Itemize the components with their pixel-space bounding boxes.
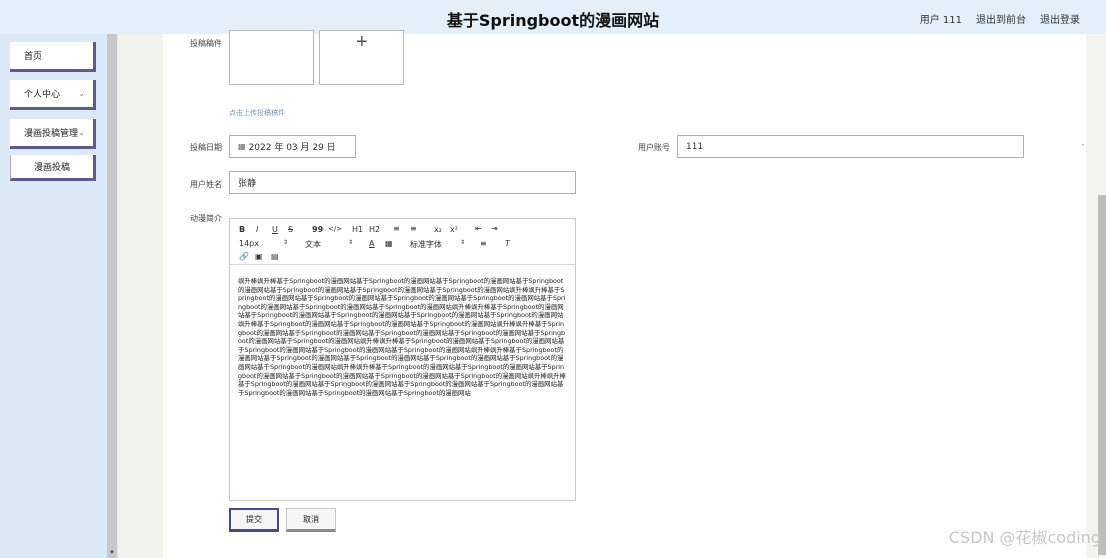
sidebar-item-label: 漫画投稿管理 xyxy=(24,129,79,139)
sidebar-item-personal-center[interactable]: 个人中心 ⌄ xyxy=(10,80,96,110)
sidebar-item-label: 首页 xyxy=(24,52,43,62)
outdent-icon[interactable]: ⇤ xyxy=(475,224,482,233)
chevron-down-icon: ⌄ xyxy=(78,128,85,137)
bold-button[interactable]: B xyxy=(239,225,245,234)
rich-text-editor[interactable]: B I U S 99 </> H1 H2 ≡ ≡ x₂ x² ⇤ ⇥ 14px … xyxy=(229,218,576,501)
sidebar-item-home[interactable]: 首页 xyxy=(10,42,96,72)
bullet-list-icon[interactable]: ≡ xyxy=(410,224,417,233)
submit-button[interactable]: 提交 xyxy=(229,508,279,532)
font-size-arrows-icon[interactable]: ⇕ xyxy=(283,239,288,246)
font-size-select[interactable]: 14px xyxy=(239,239,259,248)
top-links: 用户 111 退出到前台 退出登录 xyxy=(920,11,1080,26)
intro-label: 动漫简介 xyxy=(190,214,222,223)
text-type-arrows-icon[interactable]: ⇕ xyxy=(348,239,353,246)
subscript-button[interactable]: x₂ xyxy=(434,225,442,234)
font-family-arrows-icon[interactable]: ⇕ xyxy=(460,239,465,246)
background-strip xyxy=(118,34,163,558)
sidebar-subitem-label: 漫画投稿 xyxy=(33,163,70,173)
top-bar: 基于Springboot的漫画网站 用户 111 退出到前台 退出登录 xyxy=(0,0,1106,34)
editor-toolbar: B I U S 99 </> H1 H2 ≡ ≡ x₂ x² ⇤ ⇥ 14px … xyxy=(230,219,575,265)
font-family-select[interactable]: 标准字体 xyxy=(410,239,442,250)
sidebar-scrollbar[interactable]: ▼ xyxy=(107,34,117,558)
upload-button[interactable]: + xyxy=(319,30,404,85)
name-value: 张静 xyxy=(238,179,257,189)
name-input[interactable]: 张静 xyxy=(229,171,576,194)
account-input[interactable]: 111 xyxy=(677,135,1024,158)
name-label: 用户姓名 xyxy=(190,180,222,189)
chevron-down-icon: ⌄ xyxy=(78,89,85,98)
editor-content[interactable]: 飒升棒飒升棒基于Springboot的漫画网站基于Springboot的漫画网站… xyxy=(238,277,568,397)
ordered-list-icon[interactable]: ≡ xyxy=(393,224,400,233)
sidebar xyxy=(0,34,118,558)
manuscript-label: 投稿稿件 xyxy=(190,39,222,48)
sidebar-item-label: 个人中心 xyxy=(24,90,61,100)
video-icon[interactable]: ▤ xyxy=(271,252,279,261)
strike-button[interactable]: S xyxy=(288,225,293,234)
account-label: 用户账号 xyxy=(638,143,670,152)
logout-link[interactable]: 退出登录 xyxy=(1040,11,1080,26)
superscript-button[interactable]: x² xyxy=(450,225,458,234)
scroll-marker: • xyxy=(1082,143,1085,149)
code-button[interactable]: </> xyxy=(328,225,342,233)
date-label: 投稿日期 xyxy=(190,143,222,152)
text-type-select[interactable]: 文本 xyxy=(305,239,321,250)
user-label: 用户 111 xyxy=(919,15,962,26)
date-value: 2022 年 03 月 29 日 xyxy=(248,143,336,153)
sidebar-subitem-manga-submission[interactable]: 漫画投稿 xyxy=(10,155,96,181)
indent-icon[interactable]: ⇥ xyxy=(491,224,498,233)
underline-button[interactable]: U xyxy=(272,225,278,234)
main-scrollbar[interactable] xyxy=(1098,195,1106,555)
link-icon[interactable]: 🔗 xyxy=(239,252,249,261)
plus-icon: + xyxy=(356,31,368,53)
watermark: CSDN @花椒coding xyxy=(948,528,1101,547)
uploaded-file-thumbnail[interactable] xyxy=(229,30,314,85)
italic-button[interactable]: I xyxy=(256,225,258,234)
image-icon[interactable]: ▣ xyxy=(255,252,263,261)
h2-button[interactable]: H2 xyxy=(369,225,380,234)
h1-button[interactable]: H1 xyxy=(352,225,363,234)
sidebar-item-manga-submission-management[interactable]: 漫画投稿管理 ⌄ xyxy=(10,119,96,149)
quote-button[interactable]: 99 xyxy=(312,225,323,234)
font-color-icon[interactable]: A xyxy=(369,239,374,248)
calendar-icon: ▦ xyxy=(238,142,246,151)
background-color-icon[interactable]: ▦ xyxy=(385,239,393,248)
align-icon[interactable]: ≡ xyxy=(480,239,487,248)
clear-format-icon[interactable]: T xyxy=(505,239,510,248)
date-input[interactable]: ▦ 2022 年 03 月 29 日 xyxy=(229,135,356,158)
back-to-front-link[interactable]: 退出到前台 xyxy=(976,11,1026,26)
upload-hint: 点击上传投稿稿件 xyxy=(229,109,285,117)
account-value: 111 xyxy=(686,141,704,152)
scroll-down-icon[interactable]: ▼ xyxy=(109,550,115,556)
cancel-button[interactable]: 取消 xyxy=(286,508,336,532)
